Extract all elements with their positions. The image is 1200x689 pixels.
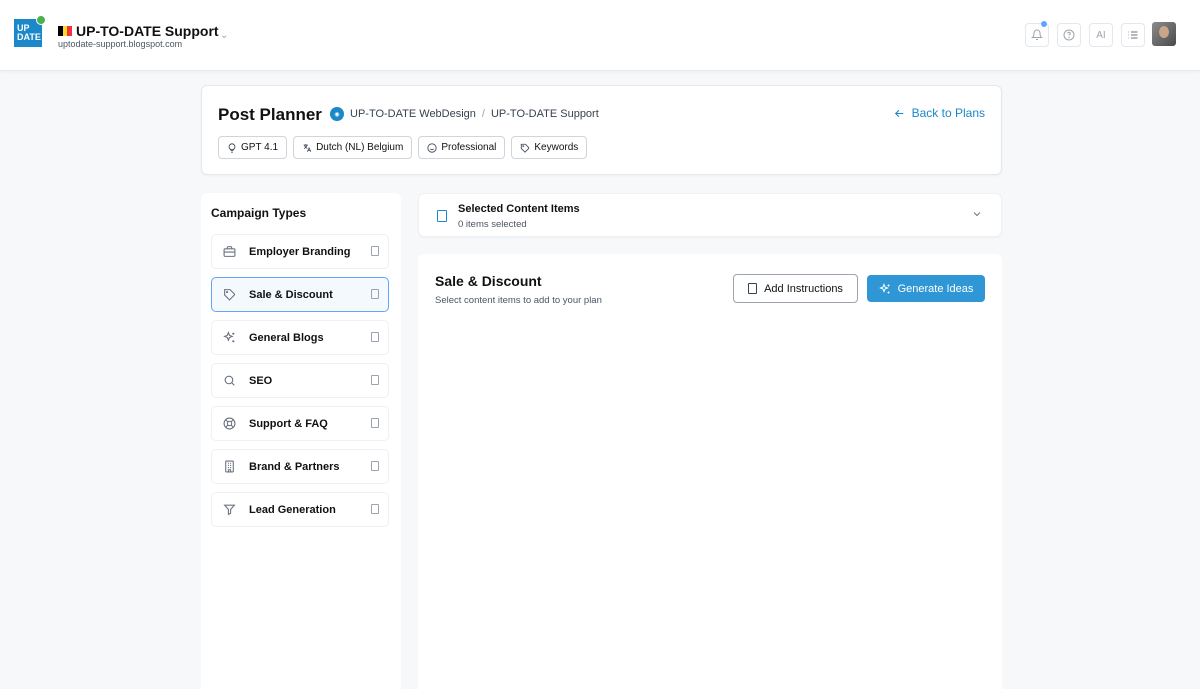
help-button[interactable] (1057, 23, 1081, 47)
campaign-general-blogs[interactable]: General Blogs (211, 320, 389, 355)
lifebuoy-icon (222, 417, 236, 431)
back-to-plans-link[interactable]: Back to Plans (893, 106, 985, 120)
list-icon (1128, 31, 1138, 39)
files-icon (437, 210, 447, 222)
page-title: Post Planner (218, 105, 322, 124)
generate-ideas-label: Generate Ideas (897, 282, 974, 295)
selected-items-count: 0 items selected (458, 219, 527, 230)
campaign-content-panel: Sale & Discount Select content items to … (418, 254, 1002, 689)
campaign-title: Sale & Discount (435, 273, 542, 289)
translate-icon (303, 143, 312, 152)
site-url: uptodate-support.blogspot.com (58, 39, 183, 49)
belgium-flag-icon (58, 26, 73, 36)
campaign-brand-partners[interactable]: Brand & Partners (211, 449, 389, 484)
document-icon[interactable] (371, 246, 379, 256)
model-chip[interactable]: GPT 4.1 (218, 136, 288, 159)
search-icon (222, 374, 236, 388)
campaign-label: Employer Branding (249, 245, 351, 258)
bulb-icon (228, 142, 236, 153)
document-icon[interactable] (371, 375, 379, 385)
site-name: UP-TO-DATE Support (76, 23, 219, 39)
language-chip[interactable]: Dutch (NL) Belgium (293, 136, 413, 159)
planner-header-card: Post Planner ◉ UP-TO-DATE WebDesign / UP… (201, 85, 1002, 175)
document-icon[interactable] (371, 504, 379, 514)
user-avatar[interactable] (1152, 22, 1176, 46)
campaign-employer-branding[interactable]: Employer Branding (211, 234, 389, 269)
breadcrumb-separator: / (481, 108, 485, 120)
campaign-subtitle: Select content items to add to your plan (435, 295, 602, 306)
smile-icon (427, 142, 437, 153)
arrow-left-icon (894, 109, 903, 117)
keywords-chip-label: Keywords (534, 142, 579, 153)
add-instructions-button[interactable]: Add Instructions (733, 274, 858, 303)
agency-logo-icon: ◉ (330, 107, 344, 121)
building-icon (222, 460, 236, 474)
selected-content-items-panel[interactable]: Selected Content Items 0 items selected (418, 193, 1002, 237)
funnel-icon (222, 503, 236, 517)
generate-ideas-button[interactable]: Generate Ideas (867, 275, 985, 302)
sidebar-title: Campaign Types (211, 206, 307, 220)
notification-dot (1041, 21, 1047, 27)
logo-text-bottom: DATE (17, 32, 41, 42)
campaign-label: Sale & Discount (249, 288, 333, 301)
campaign-label: SEO (249, 374, 273, 387)
campaign-seo[interactable]: SEO (211, 363, 389, 398)
document-icon[interactable] (371, 332, 379, 342)
logo-badge (36, 15, 46, 25)
menu-list-button[interactable] (1121, 23, 1145, 47)
add-instructions-label: Add Instructions (764, 282, 843, 295)
tag-icon (222, 288, 236, 302)
language-chip-label: Dutch (NL) Belgium (316, 142, 404, 153)
notifications-button[interactable] (1025, 21, 1049, 47)
document-icon[interactable] (371, 289, 379, 299)
site-switcher-chevron-icon[interactable]: ⌄ (220, 30, 228, 41)
model-chip-label: GPT 4.1 (241, 142, 279, 153)
campaign-lead-generation[interactable]: Lead Generation (211, 492, 389, 527)
tone-chip[interactable]: Professional (418, 136, 506, 159)
chevron-down-icon[interactable] (971, 208, 983, 220)
tone-chip-label: Professional (441, 142, 497, 153)
document-icon (748, 283, 758, 294)
campaign-label: Brand & Partners (249, 460, 340, 473)
sparkles-icon (878, 282, 890, 293)
campaign-label: Support & FAQ (249, 417, 328, 430)
briefcase-icon (222, 245, 236, 259)
ai-button[interactable]: AI (1089, 23, 1113, 47)
bell-icon (1031, 29, 1043, 40)
campaign-label: Lead Generation (249, 503, 336, 516)
settings-chips: GPT 4.1 Dutch (NL) Belgium Professional … (218, 136, 588, 159)
sparkles-icon (222, 331, 236, 345)
campaign-support-faq[interactable]: Support & FAQ (211, 406, 389, 441)
selected-items-title: Selected Content Items (458, 203, 580, 215)
back-to-plans-label: Back to Plans (911, 106, 985, 120)
breadcrumb-agency[interactable]: UP-TO-DATE WebDesign (350, 108, 476, 120)
site-title[interactable]: UP-TO-DATE Support (58, 23, 219, 39)
tag-icon (521, 143, 530, 153)
breadcrumb-site[interactable]: UP-TO-DATE Support (491, 108, 599, 120)
campaign-label: General Blogs (249, 331, 324, 344)
breadcrumb: ◉ UP-TO-DATE WebDesign / UP-TO-DATE Supp… (330, 107, 599, 121)
keywords-chip[interactable]: Keywords (511, 136, 588, 159)
help-icon (1063, 29, 1075, 41)
document-icon[interactable] (371, 461, 379, 471)
campaign-sale-discount[interactable]: Sale & Discount (211, 277, 389, 312)
campaign-types-sidebar: Campaign Types Employer Branding Sale & … (201, 193, 401, 689)
top-bar: UP DATE UP-TO-DATE Support uptodate-supp… (0, 0, 1200, 71)
document-icon[interactable] (371, 418, 379, 428)
ai-label: AI (1096, 29, 1106, 41)
